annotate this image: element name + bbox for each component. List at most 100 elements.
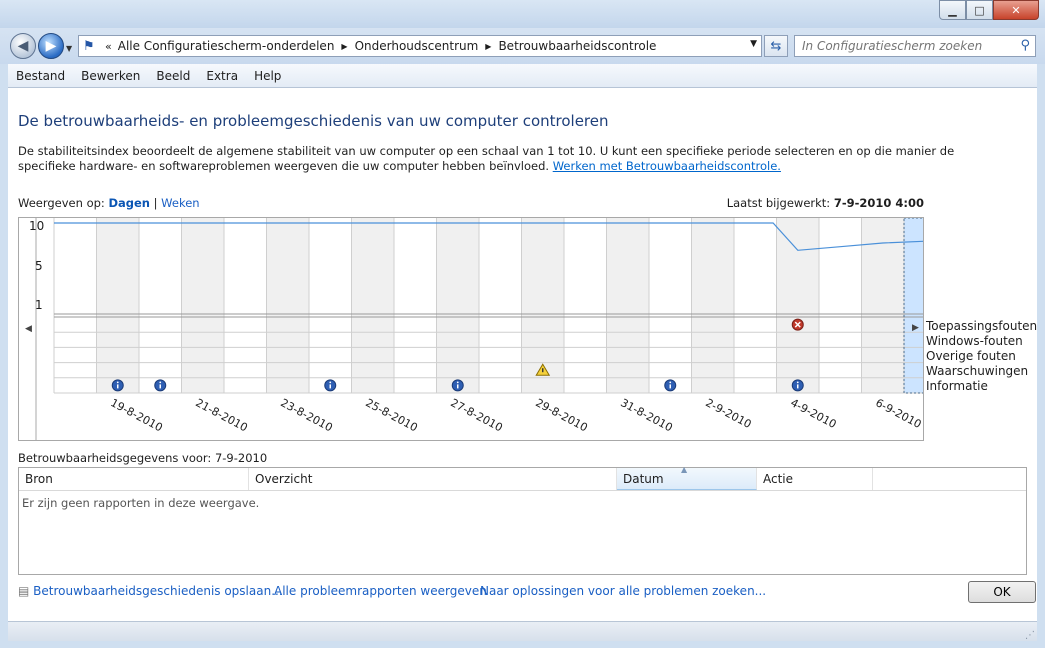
day-column — [691, 218, 734, 393]
empty-message: Er zijn geen rapporten in deze weergave. — [22, 496, 260, 510]
column-header-summary[interactable]: Overzicht — [249, 468, 617, 490]
day-column — [394, 218, 437, 393]
details-label: Betrouwbaarheidsgegevens voor: 7-9-2010 — [18, 451, 268, 465]
forward-button[interactable]: ▶ — [38, 33, 64, 59]
resize-grip-icon[interactable]: ⋰ — [1025, 630, 1035, 641]
minimize-button[interactable]: ▁ — [939, 0, 966, 20]
x-tick-label: 4-9-2010 — [788, 396, 838, 431]
last-updated-value: 7-9-2010 4:00 — [833, 196, 924, 210]
save-history-link[interactable]: ▤ Betrouwbaarheidsgeschiedenis opslaan..… — [18, 584, 283, 598]
search-box: ⚲ — [794, 35, 1036, 57]
category-label: Toepassingsfouten — [926, 319, 1038, 333]
day-column — [266, 218, 309, 393]
day-column — [139, 218, 182, 393]
day-column — [606, 218, 649, 393]
breadcrumb-all-items[interactable]: Alle Configuratiescherm-onderdelen — [118, 39, 335, 53]
address-bar[interactable]: ⚑ « Alle Configuratiescherm-onderdelen ▶… — [78, 35, 762, 57]
view-selector: Weergeven op: Dagen | Weken — [18, 196, 200, 210]
ok-button[interactable]: OK — [968, 581, 1036, 603]
menu-tools[interactable]: Extra — [198, 69, 246, 83]
column-header-date-label: Datum — [623, 472, 664, 486]
sort-ascending-icon: ▲ — [681, 465, 688, 474]
day-column — [436, 218, 479, 393]
column-header-source[interactable]: Bron — [19, 468, 249, 490]
category-label: Waarschuwingen — [926, 364, 1029, 378]
close-button[interactable]: ✕ — [993, 0, 1039, 20]
info-icon-dot — [669, 381, 672, 384]
category-labels: Toepassingsfouten Windows-fouten Overige… — [926, 319, 1037, 394]
menu-edit[interactable]: Bewerken — [73, 69, 148, 83]
day-column — [819, 218, 862, 393]
y-tick-label: 1 — [35, 298, 43, 312]
control-panel-flag-icon: ⚑ — [83, 38, 95, 54]
last-updated: Laatst bijgewerkt: 7-9-2010 4:00 — [727, 196, 924, 210]
view-label: Weergeven op: — [18, 196, 105, 210]
category-label: Informatie — [926, 379, 988, 393]
chevron-left-icon[interactable]: « — [105, 40, 112, 53]
x-tick-label: 31-8-2010 — [618, 396, 674, 434]
y-tick-label: 10 — [29, 219, 45, 233]
refresh-icon: ⇆ — [770, 38, 782, 54]
save-history-label: Betrouwbaarheidsgeschiedenis opslaan... — [33, 584, 283, 598]
refresh-button[interactable]: ⇆ — [764, 35, 788, 57]
menu-help[interactable]: Help — [246, 69, 289, 83]
x-tick-label: 2-9-2010 — [703, 396, 753, 431]
day-column — [479, 218, 522, 393]
help-link[interactable]: Werken met Betrouwbaarheidscontrole. — [553, 159, 781, 173]
breadcrumb-reliability-monitor[interactable]: Betrouwbaarheidscontrole — [498, 39, 656, 53]
search-input[interactable] — [795, 36, 1005, 56]
x-tick-label: 29-8-2010 — [533, 396, 589, 434]
category-label: Windows-fouten — [926, 334, 1023, 348]
x-tick-label: 27-8-2010 — [448, 396, 504, 434]
search-icon[interactable]: ⚲ — [1020, 38, 1030, 53]
page-title: De betrouwbaarheids- en probleemgeschied… — [18, 112, 609, 130]
day-column — [649, 218, 692, 393]
breadcrumb-separator-icon[interactable]: ▶ — [485, 42, 491, 51]
chart-canvas[interactable]: 19-8-2010 21-8-2010 23-8-2010 25-8-2010 27-8… — [19, 218, 923, 440]
day-column — [351, 218, 394, 393]
info-icon-dot — [456, 381, 459, 384]
view-days-link[interactable]: Dagen — [108, 196, 150, 210]
info-icon-dot — [116, 381, 119, 384]
x-tick-label: 21-8-2010 — [193, 396, 249, 434]
reports-table: Bron Overzicht ▲ Datum Actie Er zijn geen… — [18, 465, 1027, 575]
category-label: Overige fouten — [926, 349, 1016, 363]
forward-arrow-icon: ▶ — [45, 38, 57, 54]
breadcrumb-maintenance-center[interactable]: Onderhoudscentrum — [355, 39, 479, 53]
table-header: Bron Overzicht ▲ Datum Actie — [19, 465, 1026, 491]
day-column — [309, 218, 352, 393]
description-text: De stabiliteitsindex beoordeelt de algem… — [18, 144, 955, 173]
stability-chart[interactable]: 19-8-2010 21-8-2010 23-8-2010 25-8-2010 27-8… — [18, 217, 924, 441]
column-header-action[interactable]: Actie — [757, 468, 873, 490]
x-tick-label: 23-8-2010 — [278, 396, 334, 434]
page-description: De stabiliteitsindex beoordeelt de algem… — [18, 144, 1008, 174]
day-column — [734, 218, 777, 393]
menu-bar: Bestand Bewerken Beeld Extra Help — [8, 64, 1037, 88]
view-weeks-link[interactable]: Weken — [161, 196, 199, 210]
info-icon-dot — [329, 381, 332, 384]
info-icon-dot — [796, 381, 799, 384]
address-dropdown-icon[interactable]: ▼ — [750, 39, 757, 49]
recent-pages-dropdown[interactable]: ▼ — [66, 44, 72, 53]
menu-view[interactable]: Beeld — [148, 69, 198, 83]
back-button[interactable]: ◀ — [10, 33, 36, 59]
find-solutions-link[interactable]: Naar oplossingen voor alle problemen zoe… — [480, 584, 766, 598]
main-content: De betrouwbaarheids- en probleemgeschied… — [8, 88, 1037, 621]
day-column — [96, 218, 139, 393]
day-column — [564, 218, 607, 393]
scroll-right-icon[interactable]: ▶ — [912, 323, 919, 333]
title-bar: ▁ □ ✕ — [0, 0, 1045, 28]
column-header-date[interactable]: ▲ Datum — [617, 465, 757, 490]
day-column — [904, 218, 923, 393]
footer: ▤ Betrouwbaarheidsgeschiedenis opslaan..… — [18, 581, 1036, 608]
scroll-left-icon[interactable]: ◀ — [25, 324, 32, 334]
document-icon: ▤ — [18, 584, 30, 598]
x-tick-label: 25-8-2010 — [363, 396, 419, 434]
maximize-button[interactable]: □ — [966, 0, 993, 20]
y-tick-label: 5 — [35, 259, 43, 273]
menu-file[interactable]: Bestand — [8, 69, 73, 83]
all-reports-link[interactable]: Alle probleemrapporten weergeven — [274, 584, 487, 598]
day-column — [776, 218, 819, 393]
breadcrumb-separator-icon[interactable]: ▶ — [341, 42, 347, 51]
view-separator: | — [153, 196, 158, 210]
